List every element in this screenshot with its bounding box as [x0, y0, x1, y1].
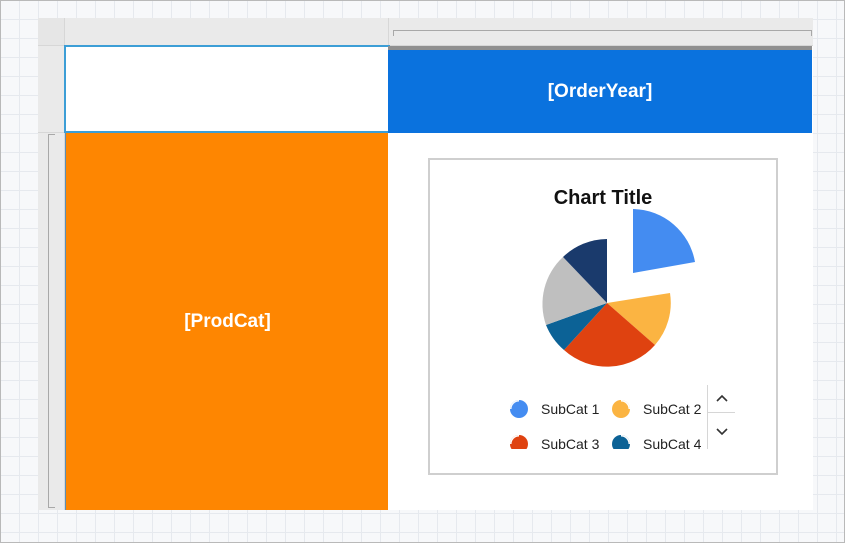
row-group-header-cell[interactable]: [ProdCat] — [65, 133, 390, 510]
pie-slice-icon — [612, 400, 630, 418]
tablix-design-surface: [OrderYear] [ProdCat] Chart Title SubCat… — [38, 18, 813, 510]
row-group-bracket — [48, 134, 55, 508]
chart-legend: SubCat 1 SubCat 2 SubCat 3 SubCat 4 — [490, 385, 734, 449]
legend-scrollbar[interactable] — [707, 385, 735, 449]
legend-label: SubCat 1 — [541, 401, 600, 417]
column-group-header-cell[interactable]: [OrderYear] — [388, 46, 812, 133]
pie-slice-icon — [612, 435, 630, 449]
legend-item: SubCat 3 — [509, 434, 599, 449]
pie-slice-icon — [510, 435, 528, 449]
legend-item: SubCat 2 — [611, 399, 701, 419]
pie-chart[interactable]: Chart Title SubCat 1 SubCat 2 SubCat 3 S… — [428, 158, 778, 475]
pie-slice-icon — [510, 400, 528, 418]
row-handle-divider — [38, 132, 64, 133]
legend-label: SubCat 2 — [643, 401, 702, 417]
chevron-up-icon — [716, 394, 728, 402]
legend-label: SubCat 4 — [643, 436, 702, 449]
legend-label: SubCat 3 — [541, 436, 600, 449]
corner-handle[interactable] — [38, 18, 65, 45]
chevron-down-icon — [716, 428, 728, 436]
corner-cell[interactable] — [64, 45, 390, 133]
legend-item: SubCat 4 — [611, 434, 701, 449]
data-cell[interactable]: Chart Title SubCat 1 SubCat 2 SubCat 3 S… — [388, 133, 812, 510]
row-group-label: [ProdCat] — [184, 310, 271, 332]
pie-slice-subcat-1[interactable] — [633, 209, 695, 273]
legend-scroll-down-button[interactable] — [712, 422, 732, 442]
legend-scroll-divider — [708, 412, 735, 413]
legend-item: SubCat 1 — [509, 399, 599, 419]
column-group-label: [OrderYear] — [547, 80, 653, 102]
column-group-bracket — [393, 30, 812, 36]
row-handles[interactable] — [38, 46, 65, 510]
legend-scroll-up-button[interactable] — [712, 388, 732, 408]
column-handle-divider — [388, 18, 389, 45]
column-handles[interactable] — [38, 18, 813, 46]
